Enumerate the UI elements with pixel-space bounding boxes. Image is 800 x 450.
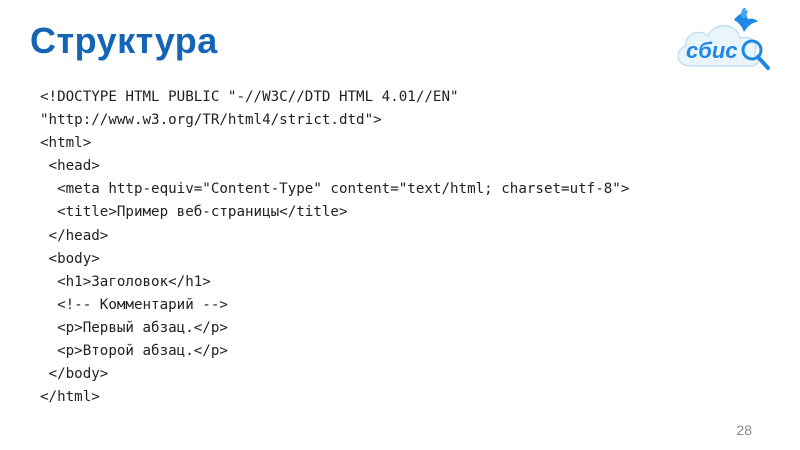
code-line-title: <title>Пример веб-страницы</title> xyxy=(40,204,348,221)
code-line-h1: <h1>Заголовок</h1> xyxy=(40,273,211,290)
sbis-logo: сбис xyxy=(677,8,770,70)
code-line-p2: <p>Второй абзац.</p> xyxy=(40,343,228,360)
code-line-head-close: </head> xyxy=(40,227,109,244)
code-line-p1: <p>Первый абзац.</p> xyxy=(40,319,228,336)
slide-title: Структура xyxy=(30,20,218,61)
bird-shape xyxy=(734,10,758,32)
page-number: 28 xyxy=(736,422,752,438)
code-line-html-open: <html> xyxy=(40,135,92,152)
code-line-meta: <meta http-equiv="Content-Type" content=… xyxy=(40,181,630,198)
code-line-body-open: <body> xyxy=(40,250,100,267)
magnifier-handle xyxy=(756,55,770,70)
code-line-html-close: </html> xyxy=(40,389,100,406)
code-line-comment: <!-- Комментарий --> xyxy=(40,296,228,313)
logo-text: сбис xyxy=(686,38,738,63)
code-line-head-open: <head> xyxy=(40,158,100,175)
code-line-doctype: <!DOCTYPE HTML PUBLIC "-//W3C//DTD HTML … xyxy=(40,89,459,105)
bird-wing-shape xyxy=(741,8,748,18)
code-line-body-close: </body> xyxy=(40,366,109,383)
code-listing: <!DOCTYPE HTML PUBLIC "-//W3C//DTD HTML … xyxy=(40,86,629,409)
code-line-dtd-url: "http://www.w3.org/TR/html4/strict.dtd"> xyxy=(40,112,382,129)
